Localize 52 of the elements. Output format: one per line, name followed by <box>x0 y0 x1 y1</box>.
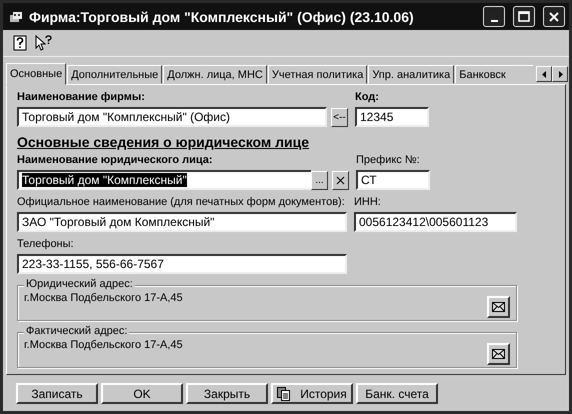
clear-button[interactable] <box>332 171 349 190</box>
field-label: Префикс №: <box>356 154 421 167</box>
left-triangle-icon <box>540 70 549 78</box>
button[interactable]: Банк. счета <box>356 383 438 404</box>
envelope-icon <box>492 348 505 358</box>
address-button[interactable] <box>487 342 510 364</box>
field-label: Официальное наименование (для печатных форм документов): <box>17 196 346 209</box>
minimize-icon <box>490 20 498 22</box>
group-label: Юридический адрес: <box>24 278 135 290</box>
tab[interactable]: Упр. аналитика <box>368 65 454 84</box>
minimize-button[interactable] <box>483 6 505 27</box>
tab[interactable]: Должн. лица, МНС <box>163 65 267 84</box>
button[interactable]: Закрыть <box>186 383 268 404</box>
close-button[interactable] <box>543 6 565 27</box>
help-icon[interactable] <box>13 35 27 51</box>
select-button[interactable]: ... <box>311 171 328 190</box>
pointer-help-icon[interactable] <box>35 35 53 51</box>
input-field[interactable]: ЗАО "Торговый дом Комплексный" <box>17 212 347 232</box>
copy-button[interactable]: <-- <box>331 108 348 127</box>
envelope-icon <box>492 302 505 312</box>
scroll-left-button[interactable] <box>536 66 552 82</box>
input-field[interactable]: Торговый дом "Комплексный" <box>17 170 311 190</box>
input-field[interactable]: СТ <box>356 170 430 190</box>
address-text: г.Москва Подбельского 17-А,45 <box>24 339 183 353</box>
section-heading: Основные сведения о юридическом лице <box>17 134 310 150</box>
input-field[interactable]: 223-33-1155, 556-66-7567 <box>17 254 347 274</box>
field-label: Наименование юридического лица: <box>17 154 214 167</box>
app-icon <box>9 10 23 24</box>
button[interactable]: Записать <box>16 383 98 404</box>
tab[interactable]: Основные <box>6 63 66 85</box>
tab[interactable]: Банковск <box>455 65 534 84</box>
input-field[interactable]: 0056123412\005601123 <box>354 212 517 232</box>
address-text: г.Москва Подбельского 17-А,45 <box>24 292 183 306</box>
input-field[interactable]: Торговый дом "Комплексный" (Офис) <box>17 107 327 127</box>
window-title: Фирма:Торговый дом "Комплексный" (Офис) (23.10.06) <box>29 8 415 24</box>
scroll-right-button[interactable] <box>552 66 568 82</box>
field-label: Телефоны: <box>17 238 75 251</box>
tab[interactable]: Дополнительные <box>67 65 162 84</box>
maximize-icon <box>517 10 531 24</box>
tab[interactable]: Учетная политика <box>268 65 368 84</box>
field-label: ИНН: <box>354 196 382 209</box>
close-icon <box>547 10 561 24</box>
button[interactable]: OK <box>101 383 183 404</box>
field-label: Наименование фирмы: <box>17 91 146 104</box>
documents-icon <box>277 386 290 400</box>
button[interactable]: История <box>271 383 353 404</box>
clear-icon <box>336 176 345 185</box>
group-label: Фактический адрес: <box>24 325 130 337</box>
field-label: Код: <box>355 91 380 104</box>
address-button[interactable] <box>487 296 510 318</box>
input-field[interactable]: 12345 <box>355 107 429 127</box>
maximize-button[interactable] <box>513 6 535 27</box>
